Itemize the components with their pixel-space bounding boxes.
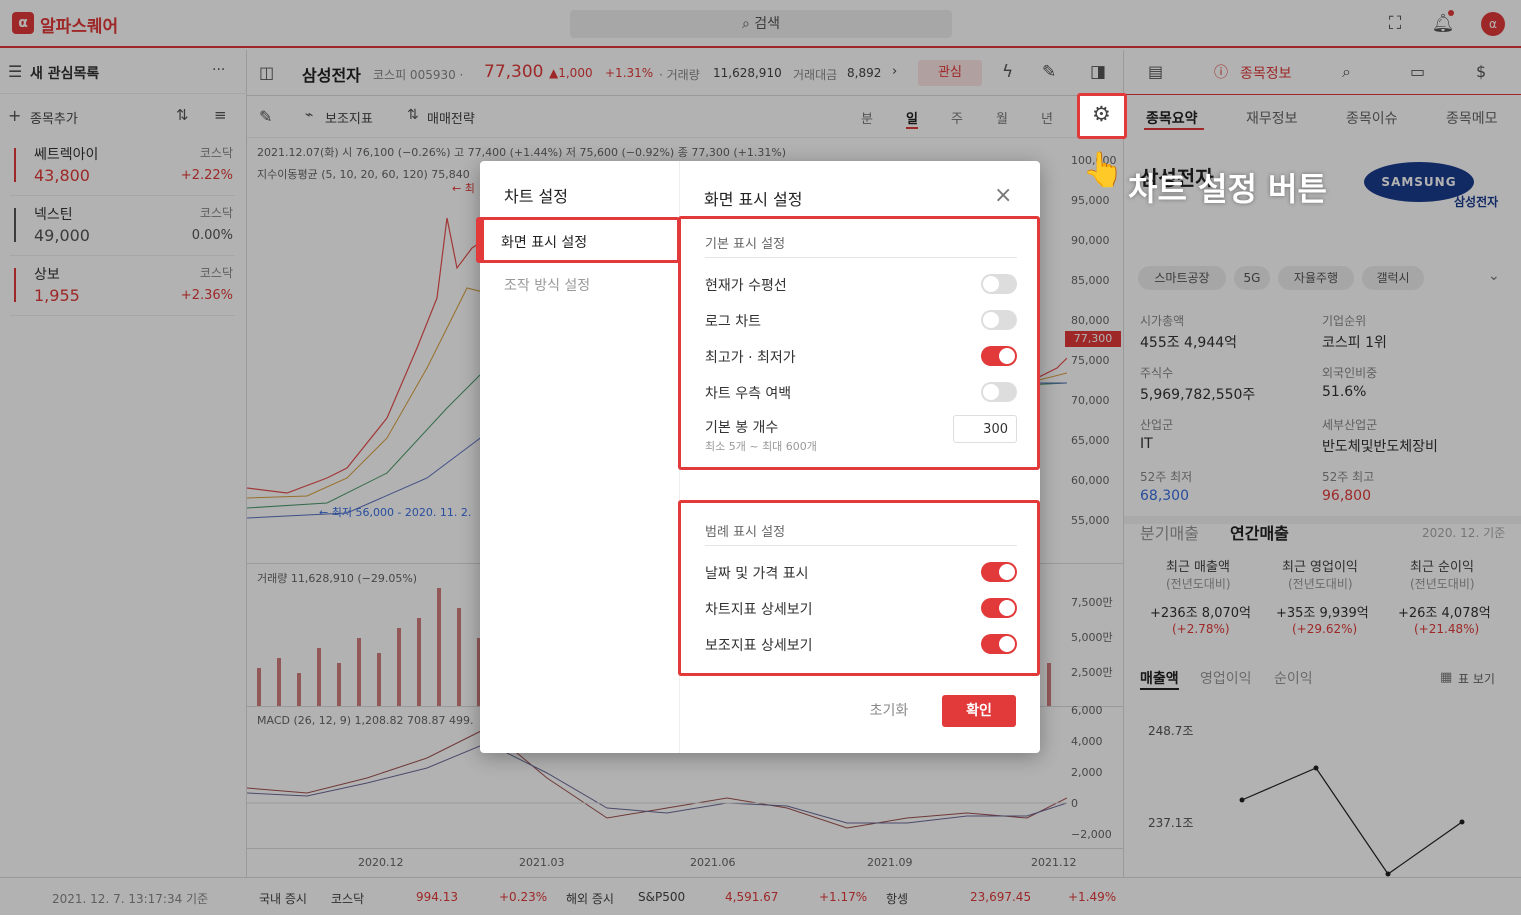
toggle-current-price-line[interactable]: [981, 274, 1017, 294]
option-label: 날짜 및 가격 표시: [705, 566, 809, 582]
option-label: 차트지표 상세보기: [705, 602, 813, 618]
modal-title: 화면 표시 설정: [704, 190, 803, 209]
option-label: 기본 봉 개수: [705, 420, 779, 436]
divider: [705, 257, 1017, 258]
toggle-right-margin[interactable]: [981, 382, 1017, 402]
menu-display-settings[interactable]: 화면 표시 설정: [476, 217, 680, 263]
option-label: 로그 차트: [705, 314, 761, 330]
toggle-chart-indicator-detail[interactable]: [981, 598, 1017, 618]
option-label: 보조지표 상세보기: [705, 638, 813, 654]
menu-active-marker: [479, 220, 484, 260]
modal-backdrop-top: [0, 0, 1521, 50]
confirm-button[interactable]: 확인: [942, 695, 1016, 727]
section-title: 기본 표시 설정: [705, 237, 786, 252]
bars-count-input[interactable]: [953, 415, 1017, 443]
chart-settings-button[interactable]: ⚙: [1077, 93, 1127, 139]
toggle-log-chart[interactable]: [981, 310, 1017, 330]
modal-sidebar: 차트 설정 화면 표시 설정 조작 방식 설정: [476, 161, 680, 753]
toggle-date-price[interactable]: [981, 562, 1017, 582]
reset-button[interactable]: 초기화: [856, 695, 922, 727]
modal-sidebar-title: 차트 설정: [504, 187, 568, 206]
option-label: 차트 우측 여백: [705, 386, 792, 402]
menu-control-settings[interactable]: 조작 방식 설정: [504, 275, 590, 295]
toggle-high-low[interactable]: [981, 346, 1017, 366]
option-label: 현재가 수평선: [705, 278, 787, 294]
basic-display-section: 기본 표시 설정 현재가 수평선 로그 차트 최고가 · 최저가 차트 우측 여…: [678, 216, 1040, 470]
close-icon[interactable]: ×: [994, 183, 1012, 208]
menu-display-label: 화면 표시 설정: [501, 235, 588, 251]
gear-icon: ⚙: [1092, 102, 1111, 126]
bars-hint: 최소 5개 ~ 최대 600개: [705, 440, 817, 453]
divider: [705, 545, 1017, 546]
pointing-hand-icon: 👆: [1082, 150, 1125, 190]
annotation-label: 차트 설정 버튼: [1128, 170, 1327, 208]
toggle-sub-indicator-detail[interactable]: [981, 634, 1017, 654]
chart-settings-modal: 차트 설정 화면 표시 설정 조작 방식 설정 화면 표시 설정 × 기본 표시…: [476, 161, 1040, 753]
section-title: 범례 표시 설정: [705, 525, 786, 540]
option-label: 최고가 · 최저가: [705, 350, 796, 366]
legend-display-section: 범례 표시 설정 날짜 및 가격 표시 차트지표 상세보기 보조지표 상세보기: [678, 500, 1040, 676]
